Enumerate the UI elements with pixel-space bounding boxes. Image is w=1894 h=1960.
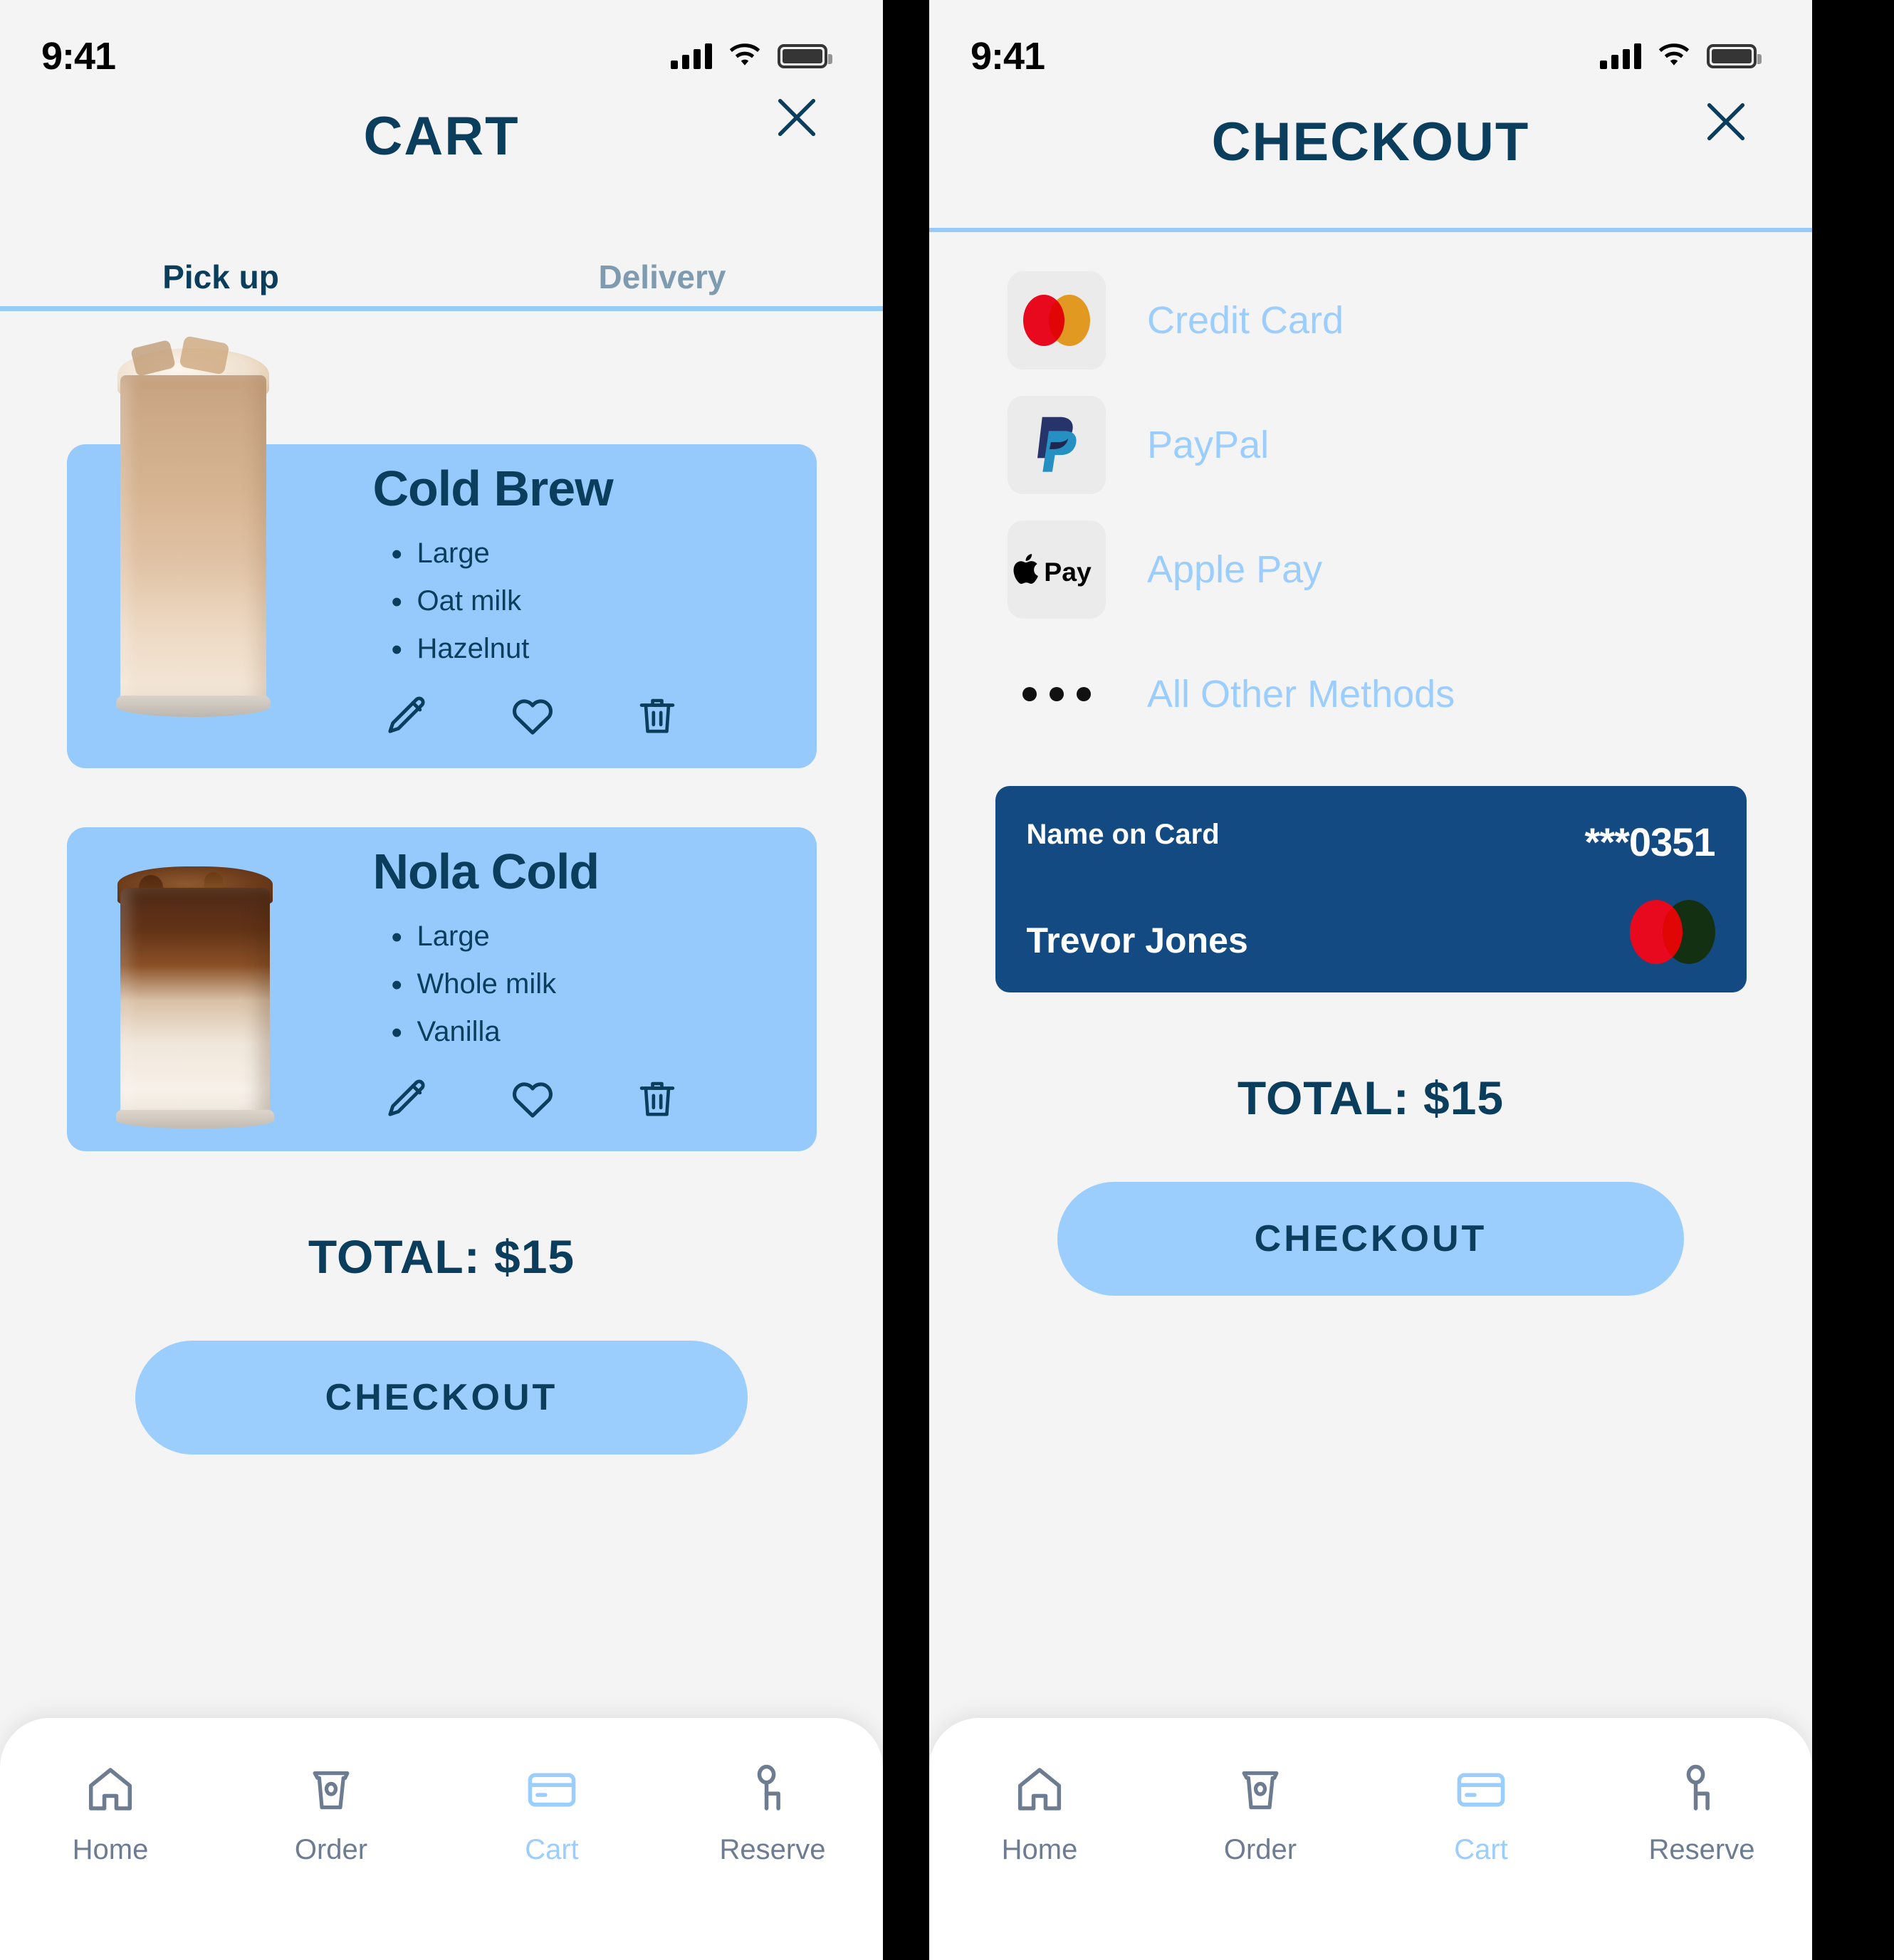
item-title: Nola Cold — [372, 844, 600, 899]
coffee-cup-icon — [305, 1762, 357, 1821]
card-masked-number: ***0351 — [1584, 819, 1716, 864]
nav-label: Cart — [1454, 1834, 1508, 1865]
nav-label: Reserve — [719, 1834, 826, 1865]
wifi-icon — [1657, 43, 1691, 69]
edit-pencil-icon[interactable] — [383, 693, 430, 740]
page-title: CHECKOUT — [1211, 112, 1530, 172]
tab-delivery[interactable]: Delivery — [441, 258, 883, 296]
credit-card-icon — [523, 1762, 580, 1821]
edit-pencil-icon[interactable] — [383, 1076, 430, 1123]
status-bar-icons — [1600, 43, 1762, 69]
item-option: Oat milk — [387, 576, 817, 629]
item-option: Vanilla — [387, 1007, 817, 1059]
payment-method-label: PayPal — [1147, 423, 1270, 466]
cellular-signal-icon — [1600, 43, 1641, 69]
checkout-button[interactable]: CHECKOUT — [1057, 1182, 1684, 1296]
nav-item-reserve[interactable]: Reserve — [1591, 1762, 1812, 1866]
nav-item-home[interactable]: Home — [929, 1762, 1150, 1866]
battery-full-icon — [1707, 44, 1762, 68]
svg-text:Pay: Pay — [1044, 556, 1092, 586]
status-bar: 9:41 — [0, 0, 883, 93]
payment-method-label: Apple Pay — [1147, 547, 1323, 591]
item-title: Cold Brew — [372, 461, 614, 516]
status-bar-time: 9:41 — [970, 35, 1045, 78]
item-options: Large Oat milk Hazelnut — [373, 528, 817, 676]
cellular-signal-icon — [671, 43, 712, 69]
payment-method-label: All Other Methods — [1147, 672, 1455, 716]
payment-method-apple-pay[interactable]: Pay Apple Pay — [929, 507, 1812, 632]
cart-screen: 9:41 CART Pick up Delivery Cold Brew • L… — [0, 0, 883, 1960]
drink-image — [115, 866, 274, 1128]
heart-icon[interactable] — [508, 692, 557, 740]
cart-item-card[interactable]: Cold Brew Large Oat milk Hazelnut — [66, 335, 817, 768]
nav-label: Home — [1001, 1834, 1078, 1865]
tab-underline — [0, 306, 883, 311]
payment-methods-list: Credit Card PayPal Pay Apple Pay All Oth… — [929, 232, 1812, 756]
tab-pick-up[interactable]: Pick up — [0, 258, 441, 296]
close-icon[interactable] — [1701, 97, 1751, 147]
payment-method-paypal[interactable]: PayPal — [929, 382, 1812, 507]
credit-card-icon — [1453, 1762, 1510, 1821]
item-actions — [373, 1075, 817, 1123]
nav-item-cart[interactable]: Cart — [1371, 1762, 1591, 1866]
cart-item-card[interactable]: Nola Cold Large Whole milk Vanilla — [66, 827, 817, 1151]
status-bar: 9:41 — [929, 0, 1812, 93]
heart-icon[interactable] — [508, 1075, 557, 1123]
item-actions — [373, 692, 817, 740]
payment-method-all-other[interactable]: All Other Methods — [929, 632, 1812, 756]
fulfillment-tabs: Pick up Delivery — [0, 228, 883, 306]
checkout-button[interactable]: CHECKOUT — [135, 1341, 748, 1455]
nav-label: Order — [294, 1834, 368, 1865]
card-name-label: Name on Card — [1026, 819, 1220, 850]
checkout-total: TOTAL: $15 — [1237, 1071, 1505, 1124]
ellipsis-icon — [1008, 645, 1106, 743]
bottom-navigation: Home Order Cart Reserve — [929, 1718, 1812, 1960]
mastercard-logo — [1008, 271, 1106, 370]
mastercard-logo — [1629, 900, 1715, 964]
home-icon — [1012, 1762, 1067, 1821]
item-option: Whole milk — [387, 959, 817, 1012]
item-options: Large Whole milk Vanilla — [373, 911, 817, 1059]
card-holder-name: Trevor Jones — [1026, 921, 1248, 960]
nav-label: Home — [72, 1834, 149, 1865]
status-bar-time: 9:41 — [41, 35, 116, 78]
drink-image — [115, 335, 271, 717]
nav-item-order[interactable]: Order — [1150, 1762, 1371, 1866]
apple-pay-logo: Pay — [1008, 520, 1106, 619]
nav-label: Reserve — [1648, 1834, 1755, 1865]
cart-items-list: Cold Brew Large Oat milk Hazelnut — [0, 335, 883, 1455]
nav-item-cart[interactable]: Cart — [441, 1762, 662, 1866]
trash-icon[interactable] — [635, 693, 679, 740]
cart-header: CART — [0, 93, 883, 228]
paypal-logo — [1008, 395, 1106, 494]
payment-method-credit-card[interactable]: Credit Card — [929, 258, 1812, 382]
checkout-screen: 9:41 CHECKOUT Credit Card PayPal Pay App… — [929, 0, 1812, 1960]
wifi-icon — [728, 43, 762, 69]
cart-total: TOTAL: $15 — [308, 1230, 575, 1283]
person-seat-icon — [1678, 1762, 1725, 1821]
page-title: CART — [363, 106, 520, 167]
payment-method-label: Credit Card — [1147, 298, 1344, 342]
nav-item-reserve[interactable]: Reserve — [662, 1762, 883, 1866]
trash-icon[interactable] — [635, 1076, 679, 1123]
nav-item-order[interactable]: Order — [221, 1762, 441, 1866]
bottom-navigation: Home Order Cart Reserve — [0, 1718, 883, 1960]
nav-label: Cart — [525, 1834, 579, 1865]
saved-card-tile[interactable]: Name on Card ***0351 Trevor Jones — [995, 786, 1747, 992]
close-icon[interactable] — [772, 93, 822, 142]
dual-phone-mockup: 9:41 CART Pick up Delivery Cold Brew • L… — [0, 0, 1894, 1960]
item-option: Hazelnut — [387, 624, 817, 676]
nav-item-home[interactable]: Home — [0, 1762, 221, 1866]
status-bar-icons — [671, 43, 832, 69]
coffee-cup-icon — [1234, 1762, 1287, 1821]
item-option: Large — [387, 911, 817, 964]
home-icon — [83, 1762, 138, 1821]
person-seat-icon — [749, 1762, 796, 1821]
item-option: Large — [387, 528, 817, 581]
checkout-header: CHECKOUT — [929, 93, 1812, 228]
nav-label: Order — [1223, 1834, 1297, 1865]
battery-full-icon — [778, 44, 832, 68]
